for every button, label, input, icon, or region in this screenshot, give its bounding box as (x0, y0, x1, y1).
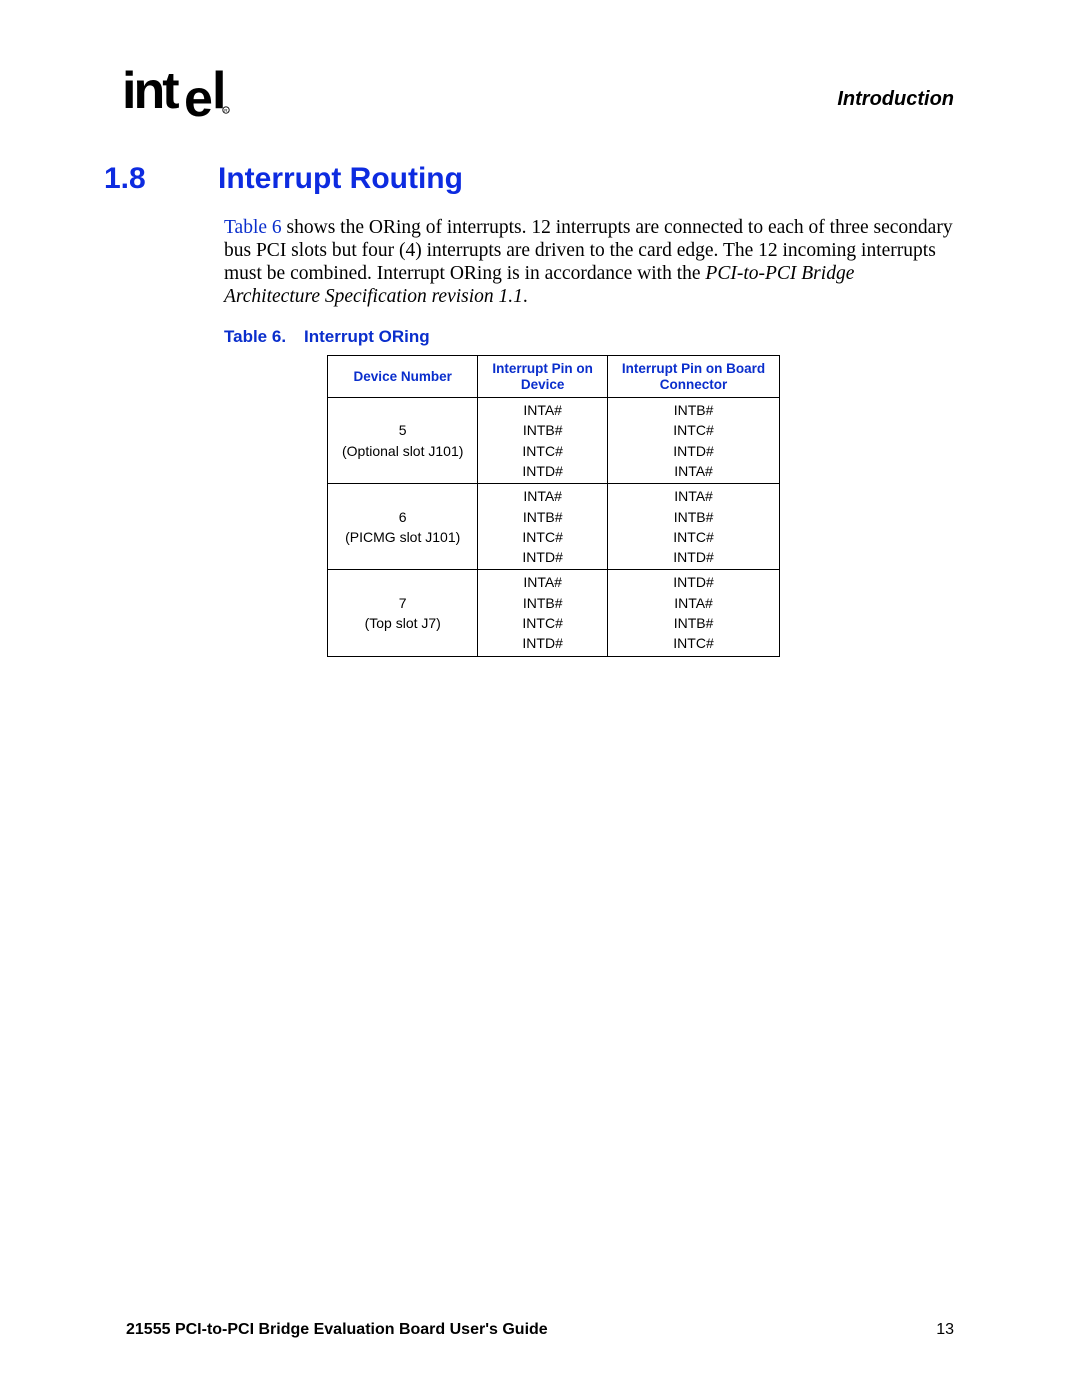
table-reference-link[interactable]: Table 6 (224, 217, 282, 238)
table-caption-label: Table 6. (224, 327, 304, 347)
svg-text:int: int (122, 68, 179, 120)
chapter-label: Introduction (837, 88, 954, 111)
cell-device: 6(PICMG slot J101) (328, 484, 478, 570)
table-header-row: Device Number Interrupt Pin on Device In… (328, 356, 780, 398)
footer-page-number: 13 (936, 1321, 954, 1339)
interrupt-oring-table: Device Number Interrupt Pin on Device In… (327, 355, 780, 657)
table-row: 6(PICMG slot J101)INTA#INTB#INTC#INTD#IN… (328, 484, 780, 570)
col-pin-on-device: Interrupt Pin on Device (478, 356, 608, 398)
cell-device: 5(Optional slot J101) (328, 398, 478, 484)
section-heading: 1.8Interrupt Routing (104, 162, 954, 196)
cell-pin-device: INTA#INTB#INTC#INTD# (478, 484, 608, 570)
svg-text:e: e (184, 70, 213, 122)
brand-logo: int e l R (122, 68, 232, 122)
table-row: 7(Top slot J7)INTA#INTB#INTC#INTD#INTD#I… (328, 570, 780, 656)
table-row: 5(Optional slot J101)INTA#INTB#INTC#INTD… (328, 398, 780, 484)
section-number: 1.8 (104, 162, 218, 196)
section-title-text: Interrupt Routing (218, 162, 463, 195)
cell-pin-device: INTA#INTB#INTC#INTD# (478, 570, 608, 656)
table-caption: Table 6.Interrupt ORing (224, 327, 954, 347)
footer-doc-title: 21555 PCI-to-PCI Bridge Evaluation Board… (126, 1321, 548, 1339)
paragraph-tail: . (523, 286, 528, 307)
intro-paragraph: Table 6 shows the ORing of interrupts. 1… (224, 216, 954, 308)
cell-pin-board: INTB#INTC#INTD#INTA# (607, 398, 779, 484)
cell-pin-device: INTA#INTB#INTC#INTD# (478, 398, 608, 484)
table-caption-title: Interrupt ORing (304, 327, 430, 346)
col-device-number: Device Number (328, 356, 478, 398)
col-pin-on-board: Interrupt Pin on Board Connector (607, 356, 779, 398)
cell-pin-board: INTD#INTA#INTB#INTC# (607, 570, 779, 656)
cell-device: 7(Top slot J7) (328, 570, 478, 656)
cell-pin-board: INTA#INTB#INTC#INTD# (607, 484, 779, 570)
